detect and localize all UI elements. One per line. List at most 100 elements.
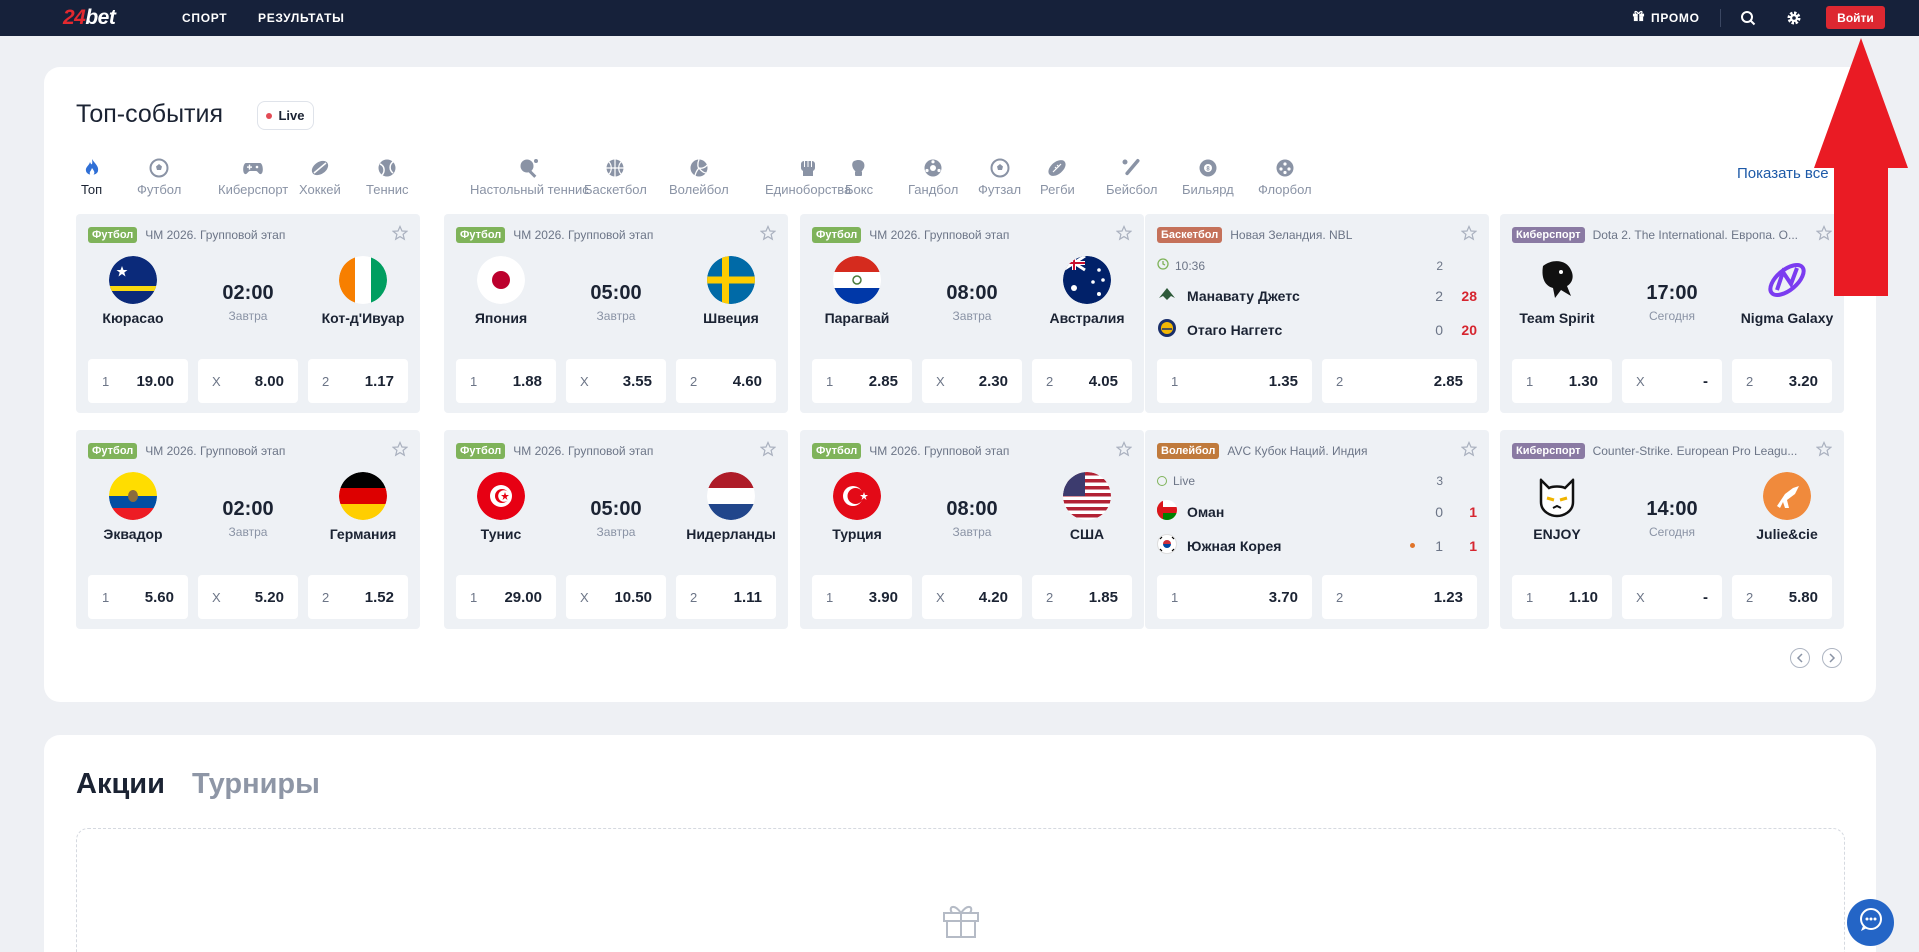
event-card[interactable]: Баскетбол Новая Зеландия. NBL 10:36 2 Манава…	[1145, 214, 1489, 413]
favorite-star-icon[interactable]	[391, 441, 409, 462]
odd-button[interactable]: X 3.55	[566, 359, 666, 403]
odd-button[interactable]: X-	[1622, 575, 1722, 619]
gear-icon[interactable]	[1784, 8, 1804, 28]
event-header: Киберспорт Dota 2. The International. Евр…	[1512, 227, 1798, 243]
event-card[interactable]: Футбол ЧМ 2026. Групповой этап Кюрасао Кот-…	[76, 214, 420, 413]
promo-link[interactable]: ПРОМО	[1632, 0, 1700, 36]
odd-button[interactable]: X 4.20	[922, 575, 1022, 619]
odd-button[interactable]: X 2.30	[922, 359, 1022, 403]
match-day: Завтра	[596, 525, 636, 539]
match-time: 02:00 Завтра	[76, 498, 420, 539]
tab-label: Баскетбол	[584, 182, 647, 197]
tab-sport-rugby[interactable]: Регби	[1040, 156, 1075, 197]
tab-sport-hockey[interactable]: Хоккей	[299, 156, 341, 197]
nav-sport[interactable]: СПОРТ	[182, 0, 227, 36]
odd-button[interactable]: X-	[1622, 359, 1722, 403]
tab-label: Бильярд	[1182, 182, 1234, 197]
team-logo	[1157, 284, 1177, 307]
tab-sport-tennis[interactable]: Теннис	[366, 156, 409, 197]
favorite-star-icon[interactable]	[759, 225, 777, 246]
login-button[interactable]: Войти	[1826, 6, 1885, 29]
event-card[interactable]: Футбол ЧМ 2026. Групповой этап Турция США 08…	[800, 430, 1144, 629]
odd-button[interactable]: X 8.00	[198, 359, 298, 403]
tab-sport-basketball[interactable]: Баскетбол	[584, 156, 647, 197]
set-score: 2	[1435, 287, 1443, 304]
tab-sport-football[interactable]: Футзал	[978, 156, 1021, 197]
kickoff-time: 17:00	[1646, 282, 1698, 304]
favorite-star-icon[interactable]	[1115, 441, 1133, 462]
tab-sport-handball[interactable]: Гандбол	[908, 156, 958, 197]
event-card[interactable]: Киберспорт Counter-Strike. European Pro L…	[1500, 430, 1844, 629]
current-score: 1	[1469, 503, 1477, 520]
event-card[interactable]: Футбол ЧМ 2026. Групповой этап Эквадор Герм…	[76, 430, 420, 629]
odd-button[interactable]: 1 1.35	[1157, 359, 1312, 403]
tab-label: Волейбол	[669, 182, 729, 197]
rugby-icon	[1040, 156, 1075, 180]
tab-sport-gamepad[interactable]: Киберспорт	[218, 156, 288, 197]
odd-button[interactable]: 2 4.60	[676, 359, 776, 403]
odd-button[interactable]: X 5.20	[198, 575, 298, 619]
chat-button[interactable]	[1847, 899, 1894, 946]
favorite-star-icon[interactable]	[1115, 225, 1133, 246]
odd-button[interactable]: 1 19.00	[88, 359, 188, 403]
odd-button[interactable]: 2 1.85	[1032, 575, 1132, 619]
promotions-empty-area	[76, 828, 1845, 952]
tab-sport-football[interactable]: Футбол	[137, 156, 181, 197]
tab-sport-boxing[interactable]: Бокс	[845, 156, 873, 197]
odd-button[interactable]: 2 1.52	[308, 575, 408, 619]
tab-tournaments[interactable]: Турниры	[192, 768, 320, 801]
odd-button[interactable]: 2 3.20	[1732, 359, 1832, 403]
odd-button[interactable]: 1 3.70	[1157, 575, 1312, 619]
tab-sport-billiard[interactable]: 8 Бильярд	[1182, 156, 1234, 197]
odd-button[interactable]: 2 1.23	[1322, 575, 1477, 619]
nav-results[interactable]: РЕЗУЛЬТАТЫ	[258, 0, 345, 36]
odd-button[interactable]: X 10.50	[566, 575, 666, 619]
event-card[interactable]: Киберспорт Dota 2. The International. Евр…	[1500, 214, 1844, 413]
odd-button[interactable]: 1 1.88	[456, 359, 556, 403]
match-time: 17:00 Сегодня	[1500, 282, 1844, 323]
odd-button[interactable]: 1 5.60	[88, 575, 188, 619]
event-header: Футбол ЧМ 2026. Групповой этап	[812, 227, 1009, 243]
favorite-star-icon[interactable]	[1460, 441, 1478, 462]
tab-label: Теннис	[366, 182, 409, 197]
odd-button[interactable]: 1 1.30	[1512, 359, 1612, 403]
logo[interactable]: 24bet	[63, 6, 116, 30]
odd-button[interactable]: 1 29.00	[456, 575, 556, 619]
odd-button[interactable]: 2 5.80	[1732, 575, 1832, 619]
odd-button[interactable]: 1 3.90	[812, 575, 912, 619]
tab-sport-baseball[interactable]: Бейсбол	[1106, 156, 1158, 197]
event-card[interactable]: Волейбол AVC Кубок Наций. Индия Live 3 Оман 0…	[1145, 430, 1489, 629]
tab-sport-pingpong[interactable]: Настольный теннис	[470, 156, 589, 197]
search-icon[interactable]	[1738, 8, 1758, 28]
league-name: Counter-Strike. European Pro Leagu...	[1592, 444, 1798, 458]
odd-button[interactable]: 2 1.17	[308, 359, 408, 403]
tab-sport-fist[interactable]: Единоборства	[765, 156, 851, 197]
favorite-star-icon[interactable]	[1815, 441, 1833, 462]
live-filter-button[interactable]: Live	[257, 101, 314, 130]
odd-button[interactable]: 2 4.05	[1032, 359, 1132, 403]
odd-button[interactable]: 2 2.85	[1322, 359, 1477, 403]
prev-arrow-icon[interactable]	[1790, 648, 1810, 668]
league-name: ЧМ 2026. Групповой этап	[513, 444, 654, 458]
event-header: Футбол ЧМ 2026. Групповой этап	[456, 443, 653, 459]
event-card[interactable]: Футбол ЧМ 2026. Групповой этап Япония Швеци…	[444, 214, 788, 413]
next-arrow-icon[interactable]	[1822, 648, 1842, 668]
league-name: ЧМ 2026. Групповой этап	[145, 228, 286, 242]
match-day: Сегодня	[1649, 309, 1695, 323]
tab-sport-volleyball[interactable]: Волейбол	[669, 156, 729, 197]
event-card[interactable]: Футбол ЧМ 2026. Групповой этап Парагвай Авс…	[800, 214, 1144, 413]
favorite-star-icon[interactable]	[759, 441, 777, 462]
odd-button[interactable]: 1 2.85	[812, 359, 912, 403]
set-score: 1	[1435, 537, 1443, 554]
tab-sport-fire[interactable]: Топ	[81, 156, 102, 197]
tab-promotions[interactable]: Акции	[76, 768, 165, 801]
favorite-star-icon[interactable]	[391, 225, 409, 246]
tab-sport-floorball[interactable]: Флорбол	[1258, 156, 1312, 197]
sport-tag: Баскетбол	[1157, 227, 1223, 243]
odd-button[interactable]: 2 1.11	[676, 575, 776, 619]
match-clock: 10:36	[1175, 258, 1206, 273]
event-card[interactable]: Футбол ЧМ 2026. Групповой этап Тунис Нидерл…	[444, 430, 788, 629]
favorite-star-icon[interactable]	[1460, 225, 1478, 246]
league-name: ЧМ 2026. Групповой этап	[869, 444, 1010, 458]
odd-button[interactable]: 1 1.10	[1512, 575, 1612, 619]
